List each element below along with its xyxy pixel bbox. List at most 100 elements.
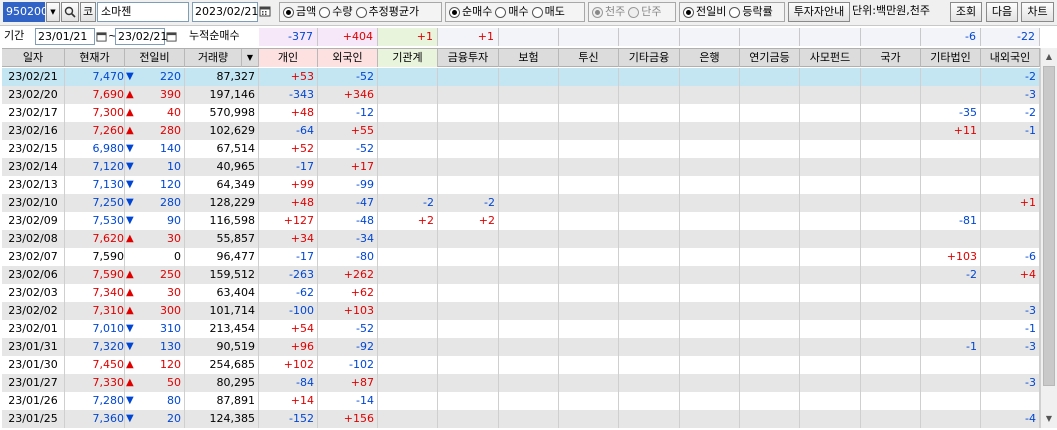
cumulative-net-buy-label: 누적순매수 (189, 29, 240, 42)
table-row[interactable]: 23/01/31 7,320 ▼ 130 90,519 +96 -92 -1 -3 (2, 338, 1040, 356)
table-row[interactable]: 23/02/10 7,250 ▼ 280 128,229 +48 -47 -2 -2 +1 (2, 194, 1040, 212)
table-row[interactable]: 23/02/16 7,260 ▲ 280 102,629 -64 +55 +11 -1 (2, 122, 1040, 140)
cell-inst: -2 (378, 194, 438, 212)
radio-buy[interactable]: 매수 (495, 3, 529, 21)
radio-change-rate[interactable]: 등락률 (729, 3, 773, 21)
empty-cell (619, 248, 680, 266)
code-dropdown-button[interactable]: ▼ (46, 2, 60, 22)
period-start-calendar[interactable] (96, 28, 108, 45)
col-insurance[interactable]: 보험 (499, 49, 559, 67)
scroll-down-arrow-icon[interactable]: ▼ (1041, 410, 1057, 427)
stock-name-field[interactable]: 소마젠 (97, 2, 189, 22)
empty-cell (680, 194, 740, 212)
date-input[interactable]: 2023/02/21 (192, 2, 258, 22)
stock-code-input[interactable]: 950200 (3, 2, 48, 22)
col-domestic-foreigner[interactable]: 내외국인 (981, 49, 1040, 67)
table-row[interactable]: 23/02/15 6,980 ▼ 140 67,514 +52 -52 (2, 140, 1040, 158)
col-price[interactable]: 현재가 (65, 49, 125, 67)
radio-quantity[interactable]: 수량 (319, 3, 353, 21)
table-row[interactable]: 23/02/14 7,120 ▼ 10 40,965 -17 +17 (2, 158, 1040, 176)
cell-ind: +96 (259, 338, 318, 356)
next-button[interactable]: 다음 (986, 2, 1018, 22)
scroll-up-arrow-icon[interactable]: ▲ (1041, 48, 1057, 65)
empty-cell (559, 302, 619, 320)
col-volume[interactable]: 거래량 (185, 49, 242, 67)
cell-price: 7,300 (65, 104, 125, 122)
col-individual[interactable]: 개인 (259, 49, 318, 67)
col-foreigner[interactable]: 외국인 (318, 49, 378, 67)
empty-cell (740, 410, 800, 428)
table-row[interactable]: 23/02/21 7,470 ▼ 220 87,327 +53 -52 -2 (2, 68, 1040, 86)
cell-ind: -84 (259, 374, 318, 392)
volume-sort-dropdown[interactable]: ▼ (242, 49, 259, 67)
grid-header: 일자 현재가 전일비 거래량 ▼ 개인 외국인 기관계 금융투자 보험 투신 기… (2, 49, 1040, 67)
empty-cell (861, 230, 921, 248)
table-row[interactable]: 23/01/25 7,360 ▼ 20 124,385 -152 +156 -4 (2, 410, 1040, 428)
chart-button[interactable]: 차트 (1021, 2, 1054, 22)
period-start-input[interactable]: 23/01/21 (35, 28, 95, 45)
empty-cell (559, 230, 619, 248)
col-change[interactable]: 전일비 (125, 49, 185, 67)
empty-cell (740, 86, 800, 104)
table-row[interactable]: 23/02/17 7,300 ▲ 40 570,998 +48 -12 -35 -2 (2, 104, 1040, 122)
col-financial-investment[interactable]: 금융투자 (438, 49, 499, 67)
table-row[interactable]: 23/01/27 7,330 ▲ 50 80,295 -84 +87 -3 (2, 374, 1040, 392)
col-other-corp[interactable]: 기타법인 (921, 49, 981, 67)
empty-cell (861, 356, 921, 374)
table-row[interactable]: 23/02/06 7,590 ▲ 250 159,512 -263 +262 -2 +4 (2, 266, 1040, 284)
empty-cell (740, 266, 800, 284)
empty-cell (559, 86, 619, 104)
table-row[interactable]: 23/02/02 7,310 ▲ 300 101,714 -100 +103 -3 (2, 302, 1040, 320)
empty-cell (680, 158, 740, 176)
radio-prev-day-change[interactable]: 전일비 (683, 3, 726, 21)
cell-dom-for (981, 356, 1040, 374)
cell-ind: +99 (259, 176, 318, 194)
table-row[interactable]: 23/02/01 7,010 ▼ 310 213,454 +54 -52 -1 (2, 320, 1040, 338)
scroll-thumb[interactable] (1043, 66, 1055, 386)
table-row[interactable]: 23/02/13 7,130 ▼ 120 64,349 +99 -99 (2, 176, 1040, 194)
period-end-calendar[interactable] (166, 28, 180, 45)
col-other-finance[interactable]: 기타금융 (619, 49, 680, 67)
table-row[interactable]: 23/02/07 7,590 0 96,477 -17 -80 +103 -6 (2, 248, 1040, 266)
col-nation[interactable]: 국가 (861, 49, 921, 67)
table-row[interactable]: 23/02/20 7,690 ▲ 390 197,146 -343 +346 -3 (2, 86, 1040, 104)
empty-cell (800, 212, 861, 230)
stock-search-button[interactable] (61, 2, 79, 22)
cell-ind: +102 (259, 356, 318, 374)
table-row[interactable]: 23/01/30 7,450 ▲ 120 254,685 +102 -102 (2, 356, 1040, 374)
col-pension[interactable]: 연기금등 (740, 49, 800, 67)
radio-indicator (283, 6, 294, 18)
cell-vol: 128,229 (185, 194, 259, 212)
cell-date: 23/01/30 (2, 356, 65, 374)
cell-dom-for (981, 230, 1040, 248)
radio-amount[interactable]: 금액 (283, 3, 316, 21)
cell-date: 23/02/17 (2, 104, 65, 122)
cell-chg: 220 (125, 68, 185, 86)
query-button[interactable]: 조회 (950, 2, 982, 22)
col-institution[interactable]: 기관계 (378, 49, 438, 67)
col-date[interactable]: 일자 (2, 49, 65, 67)
radio-avg-price[interactable]: 추정평균가 (355, 3, 419, 21)
cell-ind: -152 (259, 410, 318, 428)
table-row[interactable]: 23/01/26 7,280 ▼ 80 87,891 +14 -14 (2, 392, 1040, 410)
vertical-scrollbar[interactable]: ▲ ▼ (1040, 48, 1057, 428)
date-calendar-button[interactable] (259, 2, 275, 22)
cell-chg: 280 (125, 194, 185, 212)
cell-vol: 101,714 (185, 302, 259, 320)
investor-guide-button[interactable]: 투자자안내 (788, 2, 850, 22)
table-row[interactable]: 23/02/09 7,530 ▼ 90 116,598 +127 -48 +2 +2 -81 (2, 212, 1040, 230)
col-investment-trust[interactable]: 투신 (559, 49, 619, 67)
market-type-button[interactable]: 코 (80, 2, 96, 22)
cell-vol: 254,685 (185, 356, 259, 374)
radio-sell[interactable]: 매도 (531, 3, 565, 21)
table-row[interactable]: 23/02/03 7,340 ▲ 30 63,404 -62 +62 (2, 284, 1040, 302)
col-bank[interactable]: 은행 (680, 49, 740, 67)
radio-thousand-shares[interactable]: 천주 (592, 3, 625, 21)
cell-fin (438, 230, 499, 248)
period-end-input[interactable]: 23/02/21 (115, 28, 167, 45)
col-private-fund[interactable]: 사모펀드 (800, 49, 861, 67)
radio-net-buy[interactable]: 순매수 (449, 3, 492, 21)
table-row[interactable]: 23/02/08 7,620 ▲ 30 55,857 +34 -34 (2, 230, 1040, 248)
empty-cell (559, 68, 619, 86)
radio-single-shares[interactable]: 단주 (628, 3, 662, 21)
